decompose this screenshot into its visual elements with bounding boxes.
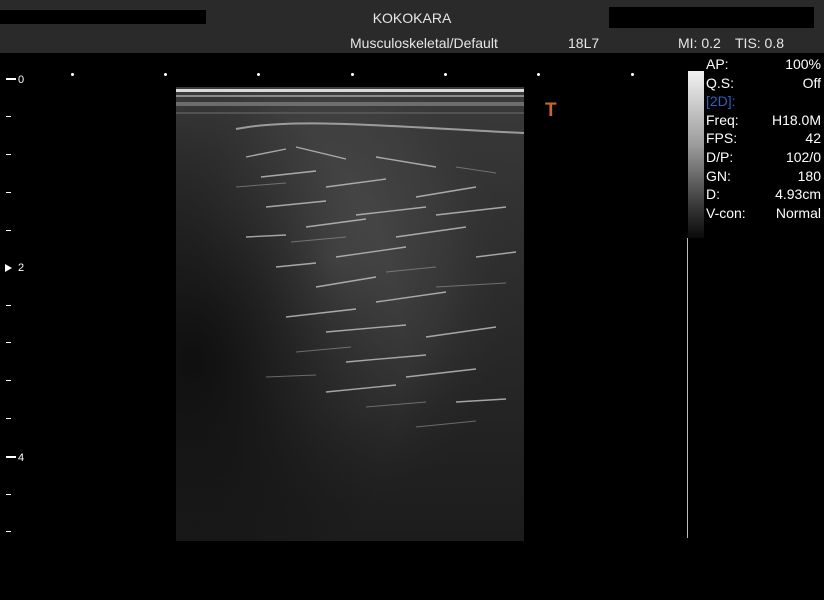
depth-tick [6, 342, 11, 343]
depth-label-2: 2 [18, 262, 25, 274]
depth-tick [6, 230, 11, 231]
param-gn-key: GN: [706, 167, 731, 184]
depth-tick-major [6, 78, 16, 80]
lateral-scale-dot [444, 73, 447, 76]
param-fps-value: 42 [805, 130, 821, 147]
depth-tick [6, 154, 11, 155]
orientation-marker: T [545, 100, 557, 121]
depth-tick [6, 531, 11, 532]
app-title: KOKOKARA [372, 10, 452, 26]
param-freq: Freq: H18.0M [706, 111, 821, 130]
lateral-scale-dot [71, 73, 74, 76]
depth-tick [6, 192, 11, 193]
param-freq-value: H18.0M [771, 111, 821, 128]
depth-tick [6, 116, 11, 117]
depth-tick [6, 418, 11, 419]
depth-scale: 0 2 4 [0, 53, 40, 553]
depth-tick [6, 305, 11, 306]
param-qs-key: Q.S: [706, 74, 735, 91]
param-depth: D: 4.93cm [706, 185, 821, 204]
param-ap-value: 100% [785, 56, 821, 72]
lateral-scale-dot [351, 73, 354, 76]
param-mode: [2D]: [706, 92, 821, 111]
param-depth-key: D: [706, 186, 720, 203]
param-fps: FPS: 42 [706, 129, 821, 148]
gray-scale-line [687, 238, 688, 538]
param-gn: GN: 180 [706, 167, 821, 186]
param-depth-value: 4.93cm [775, 186, 821, 203]
param-qs-value: Off [802, 74, 821, 91]
tis-readout: TIS: 0.8 [735, 35, 785, 51]
mi-readout: MI: 0.2 [678, 35, 721, 51]
lateral-scale-dot [257, 73, 260, 76]
header-bar: KOKOKARA Musculoskeletal/Default 18L7 MI… [0, 0, 824, 53]
depth-tick [6, 380, 11, 381]
param-dp-value: 102/0 [785, 148, 821, 165]
param-dp: D/P: 102/0 [706, 148, 821, 167]
ultrasound-texture [176, 87, 524, 541]
param-vcon-key: V-con: [706, 204, 746, 221]
exam-preset: Musculoskeletal/Default [350, 35, 498, 51]
param-mode-key: [2D]: [706, 93, 736, 110]
lateral-scale-dot [631, 73, 634, 76]
lateral-scale-dot [164, 73, 167, 76]
depth-label-4: 4 [18, 452, 25, 464]
depth-label-0: 0 [18, 74, 25, 86]
param-gn-value: 180 [797, 167, 821, 184]
param-freq-key: Freq: [706, 111, 739, 128]
lateral-scale-dot [537, 73, 540, 76]
param-fps-key: FPS: [706, 130, 738, 147]
grayscale-bar [688, 71, 704, 238]
param-ap: AP: 100% [706, 55, 821, 74]
param-dp-key: D/P: [706, 148, 734, 165]
ultrasound-image[interactable] [176, 87, 524, 541]
parameter-panel: AP: 100% Q.S: Off [2D]: Freq: H18.0M FPS: 42… [706, 55, 821, 222]
depth-tick [6, 494, 11, 495]
param-ap-key: AP: [706, 56, 729, 72]
probe-model: 18L7 [568, 35, 600, 51]
param-qs: Q.S: Off [706, 74, 821, 93]
focus-marker[interactable] [5, 264, 12, 272]
depth-tick-major [6, 456, 16, 458]
param-vcon-value: Normal [775, 204, 821, 221]
param-vcon: V-con: Normal [706, 204, 821, 223]
